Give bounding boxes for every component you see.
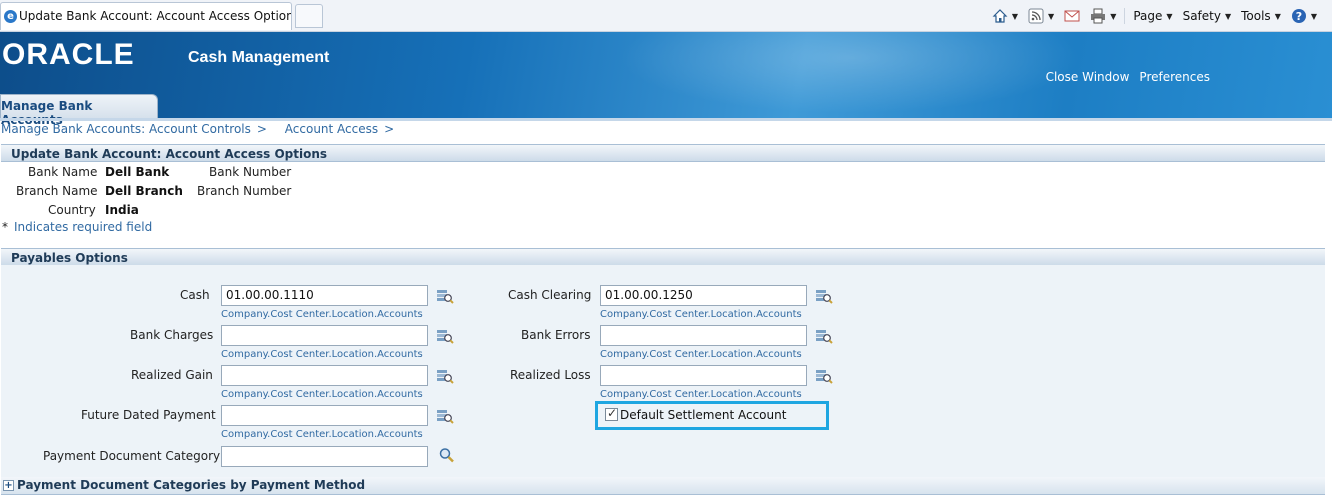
svg-text:?: ? — [1296, 10, 1302, 23]
ie-icon: e — [4, 10, 17, 23]
browser-chrome: e Update Bank Account: Account Access Op… — [0, 0, 1332, 32]
branch-name-label: Branch Name — [16, 184, 98, 198]
default-settlement-checkbox[interactable] — [605, 406, 618, 421]
future-dated-payment-lov-icon[interactable] — [436, 408, 454, 424]
app-name: Cash Management — [188, 49, 330, 66]
global-links: Close Window Preferences — [1046, 70, 1210, 84]
home-button[interactable]: ▼ — [987, 6, 1023, 26]
page-title: Update Bank Account: Account Access Opti… — [1, 144, 1325, 162]
required-field-note: * Indicates required field — [2, 220, 153, 234]
breadcrumb-account-access[interactable]: Account Access — [285, 122, 378, 136]
safety-menu[interactable]: Safety ▼ — [1178, 6, 1237, 26]
browser-tab-title: Update Bank Account: Account Access Opti… — [19, 9, 292, 23]
bank-name-label: Bank Name — [28, 165, 98, 179]
future-dated-payment-hint: Company.Cost Center.Location.Accounts — [221, 429, 423, 440]
bank-charges-hint: Company.Cost Center.Location.Accounts — [221, 349, 423, 360]
search-icon[interactable] — [438, 447, 456, 463]
payment-document-category-label: Payment Document Category — [43, 449, 221, 463]
cash-clearing-input[interactable]: 01.00.00.1250 — [600, 285, 807, 306]
help-icon: ? — [1291, 8, 1307, 24]
oracle-logo: ORACLE — [2, 38, 135, 71]
tools-menu[interactable]: Tools ▼ — [1236, 6, 1286, 26]
realized-gain-label: Realized Gain — [131, 368, 213, 382]
realized-gain-input[interactable] — [221, 365, 428, 386]
browser-tab[interactable]: e Update Bank Account: Account Access Op… — [0, 2, 292, 30]
print-icon — [1090, 8, 1106, 24]
country-label: Country — [48, 203, 96, 217]
bank-errors-input[interactable] — [600, 325, 807, 346]
bank-info — [1, 163, 1325, 243]
realized-loss-lov-icon[interactable] — [815, 368, 833, 384]
realized-loss-input[interactable] — [600, 365, 807, 386]
banner-divider — [0, 118, 1332, 121]
realized-gain-hint: Company.Cost Center.Location.Accounts — [221, 389, 423, 400]
mail-icon — [1064, 8, 1080, 24]
cash-hint: Company.Cost Center.Location.Accounts — [221, 309, 423, 320]
country-value: India — [105, 203, 139, 217]
close-window-link[interactable]: Close Window — [1046, 70, 1130, 84]
app-banner: ORACLE Cash Management Close Window Pref… — [0, 32, 1332, 127]
realized-gain-lov-icon[interactable] — [436, 368, 454, 384]
bank-name-value: Dell Bank — [105, 165, 170, 179]
future-dated-payment-input[interactable] — [221, 405, 428, 426]
cash-clearing-hint: Company.Cost Center.Location.Accounts — [600, 309, 802, 320]
tab-manage-bank-accounts[interactable]: Manage Bank Accounts — [0, 94, 158, 127]
feeds-button[interactable]: ▼ — [1023, 6, 1059, 26]
payment-document-category-input[interactable] — [221, 446, 428, 467]
cash-clearing-label: Cash Clearing — [508, 288, 592, 302]
branch-name-value: Dell Branch — [105, 184, 183, 198]
realized-loss-label: Realized Loss — [510, 368, 591, 382]
print-button[interactable]: ▼ — [1085, 6, 1121, 26]
bank-number-label: Bank Number — [209, 165, 292, 179]
expand-icon[interactable]: + — [3, 480, 14, 491]
browser-toolbar: ▼ ▼ ▼ Page ▼ Safety ▼ Tools ▼ ? ▼ — [987, 6, 1322, 26]
cash-label: Cash — [180, 288, 210, 302]
bank-charges-label: Bank Charges — [130, 328, 214, 342]
payables-options-header: Payables Options — [1, 248, 1325, 266]
bank-charges-input[interactable] — [221, 325, 428, 346]
bank-errors-lov-icon[interactable] — [815, 328, 833, 344]
help-button[interactable]: ? ▼ — [1286, 6, 1322, 26]
future-dated-payment-label: Future Dated Payment — [81, 408, 216, 422]
mail-button[interactable] — [1059, 6, 1085, 26]
page-menu[interactable]: Page ▼ — [1128, 6, 1177, 26]
bank-charges-lov-icon[interactable] — [436, 328, 454, 344]
default-settlement-label: Default Settlement Account — [620, 408, 787, 422]
cash-input[interactable]: 01.00.00.1110 — [221, 285, 428, 306]
new-tab-button[interactable] — [295, 4, 323, 28]
home-icon — [992, 8, 1008, 24]
bank-errors-hint: Company.Cost Center.Location.Accounts — [600, 349, 802, 360]
cash-lov-icon[interactable] — [436, 288, 454, 304]
branch-number-label: Branch Number — [197, 184, 292, 198]
payment-document-categories-header[interactable]: Payment Document Categories by Payment M… — [1, 477, 1325, 495]
realized-loss-hint: Company.Cost Center.Location.Accounts — [600, 389, 802, 400]
preferences-link[interactable]: Preferences — [1139, 70, 1210, 84]
feed-icon — [1028, 8, 1044, 24]
breadcrumb-account-controls[interactable]: Manage Bank Accounts: Account Controls — [1, 122, 251, 136]
cash-clearing-lov-icon[interactable] — [815, 288, 833, 304]
bank-errors-label: Bank Errors — [521, 328, 591, 342]
breadcrumb: Manage Bank Accounts: Account Controls > … — [1, 122, 395, 136]
